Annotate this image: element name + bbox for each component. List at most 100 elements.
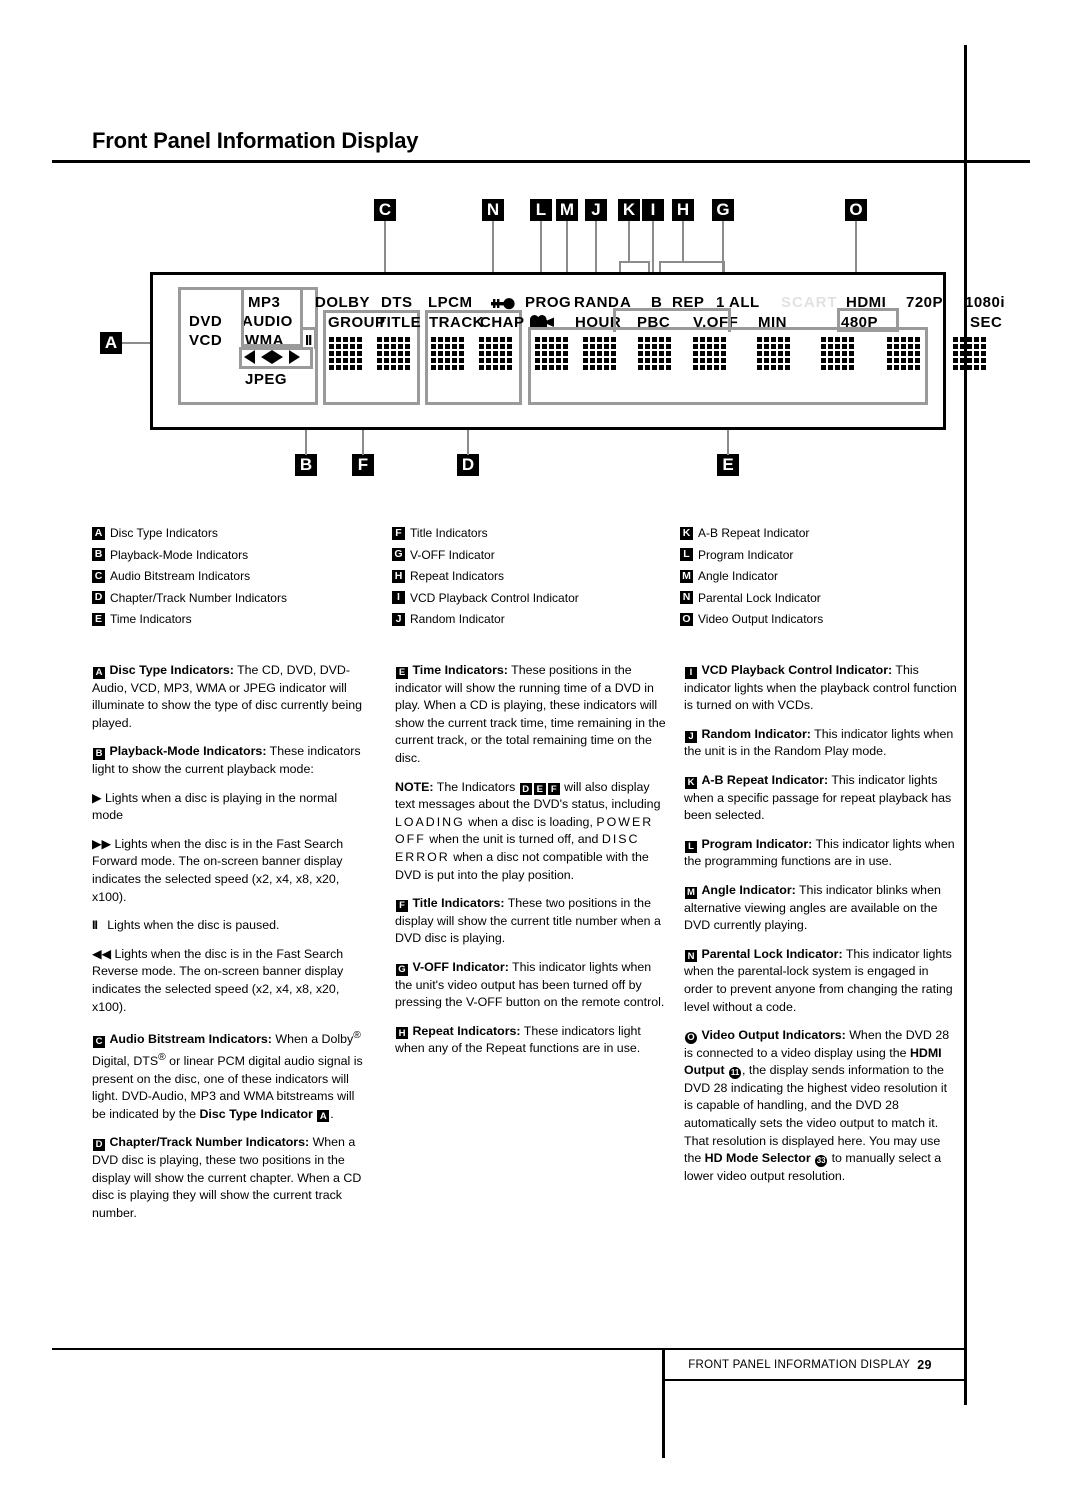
matrix-chap <box>479 337 512 370</box>
legend-label-N: Parental Lock Indicator <box>698 590 821 605</box>
inline-badge-A: A <box>93 666 105 679</box>
matrix-group <box>329 337 362 370</box>
footer-bottom-rule <box>665 1379 964 1381</box>
track-label: TRACK <box>429 314 484 331</box>
matrix-title <box>377 337 410 370</box>
legend-badge-G: G <box>392 548 405 561</box>
legend-item-M: M Angle Indicator <box>680 567 970 585</box>
legend-item-E: E Time Indicators <box>92 610 392 628</box>
para-c: C Audio Bitstream Indicators: When a Dol… <box>92 1030 363 1123</box>
pause-icon: II <box>92 918 98 933</box>
legend-label-E: Time Indicators <box>110 612 192 626</box>
leader-H-bracket <box>659 261 725 263</box>
para-h: H Repeat Indicators: These indicators li… <box>395 1023 641 1056</box>
hdmi-480p-box <box>837 308 899 332</box>
legend-badge-H: H <box>392 569 405 583</box>
matrix-time-4 <box>693 337 726 370</box>
key-icon <box>491 298 515 310</box>
rewind-arrow-icon <box>244 350 255 364</box>
video-label-1080i: 1080i <box>965 294 1006 311</box>
para-f: F Title Indicators: These two positions … <box>395 896 661 946</box>
legend-label-H: Repeat Indicators <box>410 569 505 583</box>
legend-badge-K: K <box>680 526 693 540</box>
callout-top-M: M <box>556 199 578 221</box>
para-b: B Playback-Mode Indicators: These indica… <box>92 744 361 776</box>
legend-item-I: I VCD Playback Control Indicator <box>392 589 682 607</box>
loading-text: LOADING <box>395 814 465 829</box>
legend-badge-D: D <box>92 591 105 604</box>
bitstream-label-dolby: DOLBY <box>315 294 370 311</box>
legend-label-M: Angle Indicator <box>698 569 779 583</box>
footer-top-rule <box>52 1348 964 1350</box>
rep-bracket-box <box>613 308 731 332</box>
play-rev-arrow-icon <box>261 350 272 364</box>
para-d: D Chapter/Track Number Indicators: When … <box>92 1135 362 1220</box>
legend-label-B: Playback-Mode Indicators <box>110 547 249 562</box>
inline-badge-O: O <box>685 1031 697 1044</box>
callout-top-K: K <box>618 199 640 221</box>
title-underline-rule <box>52 160 1030 163</box>
video-label-720p: 720P <box>906 294 944 311</box>
disc-label-vcd: VCD <box>189 332 223 349</box>
para-note: NOTE: The Indicators DEF will also displ… <box>395 779 661 882</box>
prog-label: PROG <box>525 294 572 311</box>
inline-badge-A: A <box>317 1110 330 1123</box>
playback-arrows <box>244 350 300 364</box>
legend-label-D: Chapter/Track Number Indicators <box>110 590 287 605</box>
legend-badge-L: L <box>680 548 693 561</box>
inline-badge-D: D <box>93 1139 105 1152</box>
inline-badge-F: F <box>547 783 560 796</box>
matrix-time-7 <box>887 337 920 370</box>
legend-label-L: Program Indicator <box>698 547 794 562</box>
inline-badge-I: I <box>685 666 697 679</box>
legend-item-G: G V-OFF Indicator <box>392 546 682 564</box>
matrix-time-1 <box>535 337 568 370</box>
legend-label-A: Disc Type Indicators <box>110 526 218 540</box>
play-arrow-icon: ▶ <box>92 790 102 805</box>
para-j: J Random Indicator: This indicator light… <box>684 726 954 759</box>
sec-label: SEC <box>970 314 1003 331</box>
body-column-1: A Disc Type Indicators: The CD, DVD, DVD… <box>92 662 365 1233</box>
inline-badge-B: B <box>93 748 105 761</box>
inline-badge-D: D <box>519 783 532 796</box>
legend-item-K: K A-B Repeat Indicator <box>680 524 970 542</box>
title-label: TITLE <box>377 314 422 331</box>
callout-top-J: J <box>585 199 607 221</box>
matrix-track <box>431 337 464 370</box>
legend-label-O: Video Output Indicators <box>698 612 824 626</box>
inline-badge-K: K <box>685 776 697 789</box>
footer-page-number: 29 <box>917 1358 932 1372</box>
inline-badge-L: L <box>685 840 697 853</box>
footer-label: FRONT PANEL INFORMATION DISPLAY <box>688 1359 911 1371</box>
para-g: G V-OFF Indicator: This indicator lights… <box>395 959 665 1010</box>
callout-top-O: O <box>845 199 867 221</box>
bitstream-label-lpcm: LPCM <box>428 294 473 311</box>
legend-label-J: Random Indicator <box>410 612 505 626</box>
inline-badge-C: C <box>93 1035 105 1048</box>
callout-top-G: G <box>712 199 734 221</box>
legend-label-C: Audio Bitstream Indicators <box>110 569 251 583</box>
ref-number-11: 11 <box>729 1067 742 1080</box>
legend-badge-E: E <box>92 612 105 626</box>
callout-bottom-D: D <box>457 454 479 476</box>
legend-label-F: Title Indicators <box>410 526 488 540</box>
chap-label: CHAP <box>480 314 525 331</box>
inline-badge-E: E <box>533 783 546 796</box>
forward-arrow-icon <box>289 350 300 364</box>
fast-reverse-icon: ◀◀ <box>92 946 112 961</box>
page-right-rule <box>964 45 967 1405</box>
inline-badge-F: F <box>396 899 408 912</box>
legend-badge-N: N <box>680 591 693 604</box>
repeat-all-label: ALL <box>729 294 760 311</box>
inline-badge-M: M <box>685 886 697 899</box>
front-panel-display-diagram: DVD VCD MP3 AUDIO WMA JPEG II DOLBY DTS … <box>150 272 1005 430</box>
para-pause: II Lights when the disc is paused. <box>92 918 280 933</box>
legend-column-1: A Disc Type Indicators B Playback-Mode Indi… <box>92 524 392 632</box>
pause-box <box>301 327 317 349</box>
scart-ghost-label: SCART <box>781 294 838 311</box>
play-arrow-icon <box>272 350 283 364</box>
legend-item-F: F Title Indicators <box>392 524 682 542</box>
legend-badge-C: C <box>92 569 105 583</box>
matrix-time-3 <box>638 337 671 370</box>
inline-badge-G: G <box>396 963 408 976</box>
